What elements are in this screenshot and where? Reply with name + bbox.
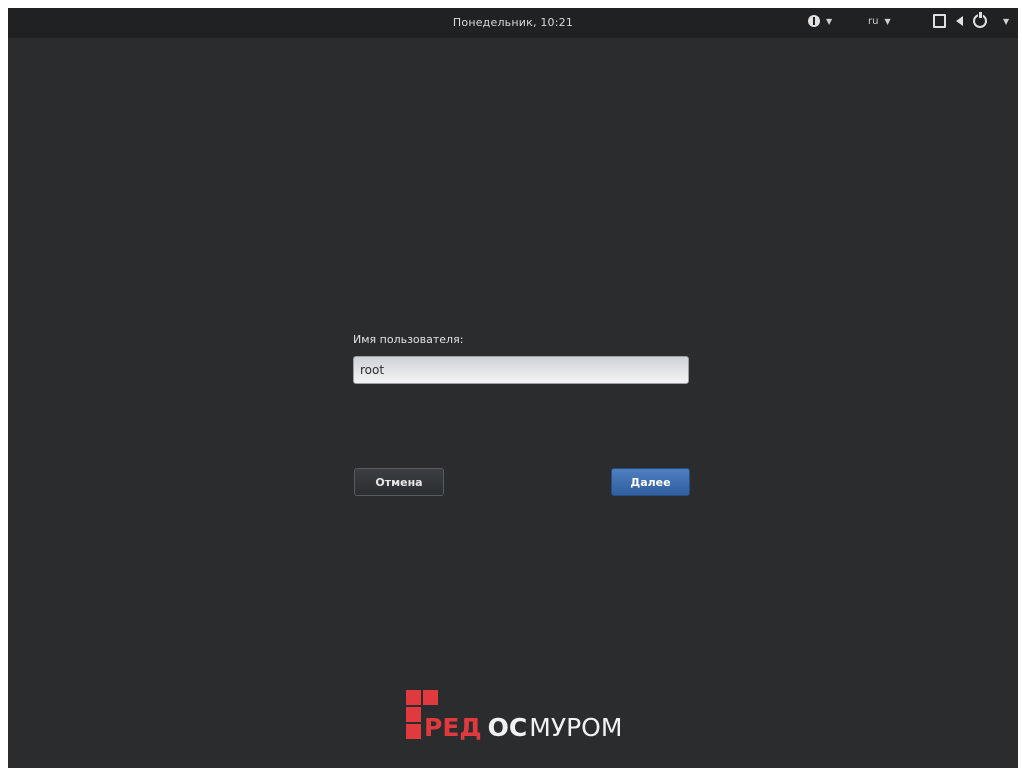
cancel-button[interactable]: Отмена: [354, 468, 444, 496]
os-logo: РЕД ОС МУРОМ: [406, 686, 623, 742]
accessibility-menu[interactable]: ▼: [808, 12, 832, 30]
next-button[interactable]: Далее: [611, 468, 690, 496]
logo-squares-icon: [406, 690, 438, 739]
username-input[interactable]: [353, 356, 689, 384]
login-screen: Понедельник, 10:21 ▼ ru ▼ ▼ Имя пользова…: [8, 8, 1018, 768]
display-icon: [933, 14, 946, 28]
chevron-down-icon: ▼: [1003, 16, 1010, 26]
username-label: Имя пользователя:: [353, 333, 464, 346]
logo-name-text: МУРОМ: [529, 713, 623, 742]
chevron-down-icon: ▼: [826, 16, 833, 26]
clock[interactable]: Понедельник, 10:21: [8, 16, 1018, 29]
top-bar: Понедельник, 10:21 ▼ ru ▼ ▼: [8, 8, 1018, 38]
logo-os-text: ОС: [487, 713, 528, 742]
language-menu[interactable]: ru ▼: [868, 12, 891, 30]
chevron-down-icon: ▼: [884, 16, 891, 26]
power-icon: [973, 12, 987, 28]
system-menu[interactable]: ▼: [933, 12, 1009, 30]
language-label: ru: [868, 15, 879, 27]
accessibility-icon: [808, 15, 820, 27]
volume-icon: [956, 16, 963, 26]
